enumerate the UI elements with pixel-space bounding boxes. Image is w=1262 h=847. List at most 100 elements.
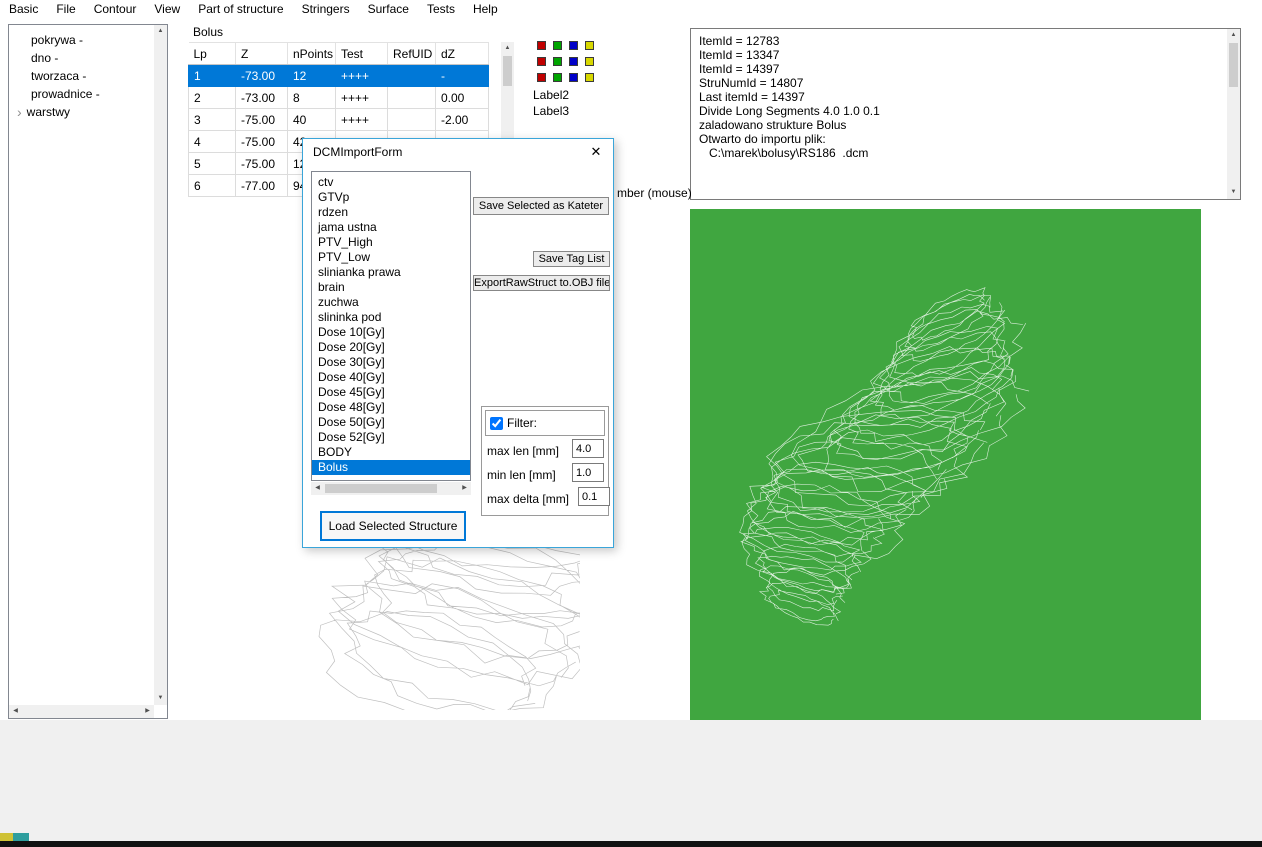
max-delta-input[interactable] — [578, 487, 610, 506]
list-item[interactable]: jama ustna — [312, 220, 470, 235]
list-item[interactable]: Dose 20[Gy] — [312, 340, 470, 355]
legend-square-blue — [569, 73, 578, 82]
menu-item-file[interactable]: File — [47, 1, 84, 17]
log-vertical-scrollbar[interactable]: ▲ ▼ — [1227, 29, 1240, 199]
list-item[interactable]: PTV_High — [312, 235, 470, 250]
legend-square-green — [553, 57, 562, 66]
list-item[interactable]: Dose 10[Gy] — [312, 325, 470, 340]
menu-item-contour[interactable]: Contour — [85, 1, 146, 17]
list-item[interactable]: Dose 40[Gy] — [312, 370, 470, 385]
filter-checkbox[interactable] — [490, 416, 503, 430]
list-item[interactable]: brain — [312, 280, 470, 295]
menu-item-tests[interactable]: Tests — [418, 1, 464, 17]
scroll-right-icon[interactable]: ▶ — [141, 705, 154, 718]
min-len-input[interactable] — [572, 463, 604, 482]
table-cell — [387, 86, 436, 109]
tree-item-pokrywa[interactable]: pokrywa - — [9, 31, 153, 49]
table-cell: 40 — [287, 108, 336, 131]
menu-item-part-of-structure[interactable]: Part of structure — [189, 1, 292, 17]
scroll-up-icon[interactable]: ▲ — [1227, 29, 1240, 42]
column-header-refuid[interactable]: RefUID — [387, 42, 436, 65]
list-item[interactable]: Dose 48[Gy] — [312, 400, 470, 415]
table-row-selected[interactable]: 1 -73.00 12 ++++ - — [188, 64, 489, 87]
menu-item-help[interactable]: Help — [464, 1, 507, 17]
close-icon[interactable]: ✕ — [579, 139, 613, 165]
column-header-npoints[interactable]: nPoints — [287, 42, 336, 65]
viewport-3d[interactable] — [690, 209, 1201, 720]
table-cell: ++++ — [335, 86, 388, 109]
menu-item-view[interactable]: View — [145, 1, 189, 17]
column-header-lp[interactable]: Lp — [188, 42, 236, 65]
list-item[interactable]: slininka pod — [312, 310, 470, 325]
dcm-import-form-dialog: DCMImportForm ✕ ctv GTVp rdzen jama ustn… — [302, 138, 614, 548]
scroll-left-icon[interactable]: ◀ — [9, 705, 22, 718]
scroll-up-icon[interactable]: ▲ — [501, 42, 514, 55]
list-item-selected[interactable]: Bolus — [312, 460, 470, 475]
menu-item-stringers[interactable]: Stringers — [293, 1, 359, 17]
scroll-right-icon[interactable]: ▶ — [458, 482, 471, 495]
table-row[interactable]: 3 -75.00 40 ++++ -2.00 — [188, 108, 489, 131]
legend-square-green — [553, 73, 562, 82]
tree-item-warstwy[interactable]: › warstwy — [9, 103, 153, 121]
legend-square-green — [553, 41, 562, 50]
list-item[interactable]: Dose 30[Gy] — [312, 355, 470, 370]
table-cell: 8 — [287, 86, 336, 109]
load-selected-structure-button[interactable]: Load Selected Structure — [320, 511, 466, 541]
tree-item-prowadnice[interactable]: prowadnice - — [9, 85, 153, 103]
menu-bar: Basic File Contour View Part of structur… — [0, 0, 1262, 17]
export-rawstruct-obj-button[interactable]: ExportRawStruct to.OBJ file — [473, 275, 610, 291]
chevron-right-icon[interactable]: › — [17, 104, 22, 120]
scroll-up-icon[interactable]: ▲ — [154, 25, 167, 38]
list-item[interactable]: PTV_Low — [312, 250, 470, 265]
listbox-horizontal-scrollbar[interactable]: ◀ ▶ — [311, 482, 471, 495]
table-cell: -75.00 — [235, 108, 288, 131]
list-item[interactable]: Dose 50[Gy] — [312, 415, 470, 430]
menu-item-basic[interactable]: Basic — [0, 1, 47, 17]
save-selected-as-kateter-button[interactable]: Save Selected as Kateter — [473, 197, 609, 215]
list-item[interactable]: zuchwa — [312, 295, 470, 310]
column-header-z[interactable]: Z — [235, 42, 288, 65]
scroll-left-icon[interactable]: ◀ — [311, 482, 324, 495]
list-item[interactable]: BODY — [312, 445, 470, 460]
list-item[interactable]: Dose 45[Gy] — [312, 385, 470, 400]
menu-item-surface[interactable]: Surface — [359, 1, 418, 17]
log-line: Divide Long Segments 4.0 1.0 0.1 — [699, 104, 880, 118]
list-item[interactable]: Dose 52[Gy] — [312, 430, 470, 445]
table-cell: 2 — [188, 86, 236, 109]
log-output-panel: ItemId = 12783 ItemId = 13347 ItemId = 1… — [690, 28, 1241, 200]
max-delta-label: max delta [mm] — [487, 492, 570, 506]
list-item[interactable]: GTVp — [312, 190, 470, 205]
table-cell: -2.00 — [435, 108, 489, 131]
list-item[interactable]: slinianka prawa — [312, 265, 470, 280]
tree-vertical-scrollbar[interactable]: ▲ ▼ — [154, 25, 167, 705]
column-header-dz[interactable]: dZ — [435, 42, 489, 65]
table-cell: -73.00 — [235, 86, 288, 109]
bolus-table-title: Bolus — [193, 25, 224, 39]
tree-horizontal-scrollbar[interactable]: ◀ ▶ — [9, 705, 154, 718]
structure-listbox[interactable]: ctv GTVp rdzen jama ustna PTV_High PTV_L… — [311, 171, 471, 481]
scroll-down-icon[interactable]: ▼ — [154, 692, 167, 705]
max-len-input[interactable] — [572, 439, 604, 458]
list-item[interactable]: rdzen — [312, 205, 470, 220]
legend-square-red — [537, 73, 546, 82]
scrollbar-thumb[interactable] — [503, 56, 512, 86]
save-tag-list-button[interactable]: Save Tag List — [533, 251, 610, 267]
color-legend — [537, 41, 594, 82]
scrollbar-thumb[interactable] — [325, 484, 437, 493]
filter-checkbox-row: Filter: — [485, 410, 605, 436]
dialog-title-bar[interactable]: DCMImportForm ✕ — [303, 139, 613, 165]
log-line: C:\marek\bolusy\RS186 .dcm — [699, 146, 869, 160]
scrollbar-thumb[interactable] — [1229, 43, 1238, 87]
table-cell — [387, 108, 436, 131]
table-cell: -77.00 — [235, 174, 288, 197]
table-cell: 3 — [188, 108, 236, 131]
dialog-title: DCMImportForm — [313, 145, 403, 159]
scroll-down-icon[interactable]: ▼ — [1227, 186, 1240, 199]
table-row[interactable]: 2 -73.00 8 ++++ 0.00 — [188, 86, 489, 109]
structure-tree-panel: pokrywa - dno - tworzaca - prowadnice - … — [8, 24, 168, 719]
tree-item-tworzaca[interactable]: tworzaca - — [9, 67, 153, 85]
list-item[interactable]: ctv — [312, 175, 470, 190]
tree-item-dno[interactable]: dno - — [9, 49, 153, 67]
column-header-test[interactable]: Test — [335, 42, 388, 65]
bolus-wireframe — [739, 287, 1030, 626]
